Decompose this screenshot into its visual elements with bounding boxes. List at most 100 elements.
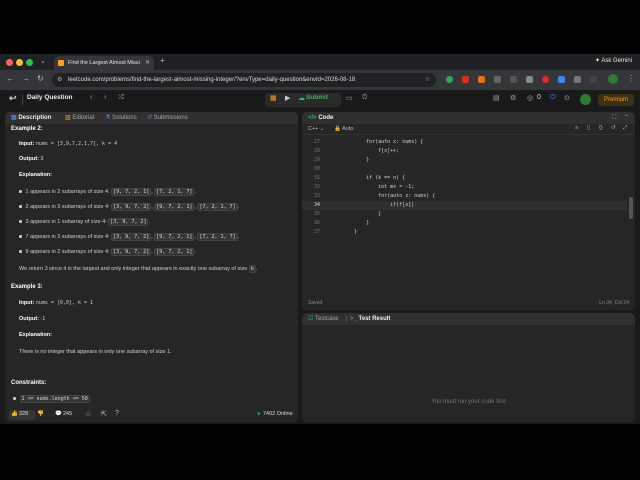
code-chip: [9, 7, 2, 1] xyxy=(154,233,195,241)
reload-icon[interactable]: ↻ xyxy=(37,74,44,83)
code-chip: [7, 2, 1, 7] xyxy=(197,233,238,241)
site-info-icon[interactable]: ⚙ xyxy=(57,73,62,87)
extension-5-icon[interactable] xyxy=(510,76,517,83)
list-item: 7 appears in 3 subarrays of size 4: [3, … xyxy=(19,233,239,241)
extension-1-icon[interactable] xyxy=(446,76,453,83)
help-icon[interactable]: ? xyxy=(115,410,119,417)
extensions-puzzle-icon[interactable] xyxy=(574,76,581,83)
ex3-output-label: Output: xyxy=(19,316,39,322)
bullet-text: 7 appears in 3 subarrays of size 4: xyxy=(25,234,110,240)
prev-problem-icon[interactable]: ‹ xyxy=(90,94,92,101)
divider xyxy=(346,316,347,322)
coins-icon[interactable]: ◎ xyxy=(527,94,533,102)
collapse-panel-icon[interactable]: ⌃ xyxy=(624,112,629,124)
code-chip: 1 <= nums.length <= 50 xyxy=(19,395,90,403)
tab-description[interactable]: ▤ Description xyxy=(11,112,51,124)
tab-test-result[interactable]: >_ Test Result xyxy=(350,313,390,325)
braces-icon[interactable]: {} xyxy=(599,125,603,131)
daily-question-link[interactable]: Daily Question xyxy=(27,94,73,101)
browser-tab[interactable]: Find the Largest Almost Missi ✕ xyxy=(54,56,154,70)
premium-button[interactable]: Premium xyxy=(598,94,634,106)
editor-scrollbar[interactable] xyxy=(629,197,633,219)
format-icon[interactable]: ≡ xyxy=(575,125,578,131)
settings-icon[interactable]: ⚙ xyxy=(510,94,516,102)
tab-test-result-label: Test Result xyxy=(358,316,391,322)
new-tab-icon[interactable]: + xyxy=(160,56,165,65)
timer-icon[interactable]: ⏱ xyxy=(362,94,367,102)
run-first-message: You must run your code first xyxy=(431,399,506,405)
user-avatar[interactable] xyxy=(580,94,591,105)
leetcode-favicon-icon xyxy=(58,60,64,66)
notifications-icon[interactable]: ⊙ xyxy=(564,94,570,102)
profile-avatar[interactable] xyxy=(608,74,618,84)
bullet-end: . xyxy=(194,189,196,195)
line-number: 37 xyxy=(313,229,320,235)
tab-submissions[interactable]: ↺ Submissions xyxy=(147,112,188,124)
bookmark-star-icon[interactable]: ☆ xyxy=(425,73,430,87)
language-select[interactable]: C++ ⌄ xyxy=(308,126,325,132)
notes-icon[interactable]: ▭ xyxy=(346,94,353,102)
minimize-window-icon[interactable] xyxy=(16,59,23,66)
auto-toggle[interactable]: 🔒 Auto xyxy=(334,126,353,132)
next-problem-icon[interactable]: › xyxy=(104,94,106,101)
bullet-text: 9 appears in 2 subarrays of size 4: xyxy=(25,249,110,255)
extension-3-icon[interactable] xyxy=(478,76,485,83)
close-window-icon[interactable] xyxy=(6,59,13,66)
list-item: 3 appears in 1 subarray of size 4: [3, 9… xyxy=(19,218,150,226)
tab-list-chevron-icon[interactable]: ⌄ xyxy=(40,57,46,65)
tab-code[interactable]: </> Code xyxy=(308,112,333,124)
extension-6-icon[interactable] xyxy=(526,76,533,83)
extension-2-icon[interactable] xyxy=(462,76,469,83)
back-icon[interactable]: ← xyxy=(6,74,14,83)
close-tab-icon[interactable]: ✕ xyxy=(145,56,150,70)
browser-menu-icon[interactable]: ⋮ xyxy=(627,74,635,83)
thumbs-down-icon[interactable]: 👎 xyxy=(37,411,44,417)
browser-window: ⌄ Find the Largest Almost Missi ✕ + ✦ As… xyxy=(0,54,640,424)
maximize-panel-icon[interactable]: ⛶ xyxy=(612,112,616,124)
testcase-checkbox-icon: ☑ xyxy=(308,316,315,322)
ex2-output-value: 3 xyxy=(40,156,44,162)
reset-icon[interactable]: ↺ xyxy=(611,125,616,131)
code-line: } xyxy=(342,157,370,163)
favorite-star-icon[interactable]: ☆ xyxy=(85,410,91,418)
submit-button[interactable]: Submit xyxy=(306,94,328,101)
streak-icon[interactable]: ⏻ xyxy=(550,94,556,102)
line-number: 34 xyxy=(313,202,320,208)
forward-icon[interactable]: → xyxy=(22,74,30,83)
maximize-window-icon[interactable] xyxy=(26,59,33,66)
extension-8-icon[interactable] xyxy=(558,76,565,83)
shuffle-icon[interactable]: ⤮ xyxy=(118,94,124,102)
ex3-explanation: Explanation: xyxy=(19,332,52,338)
run-button[interactable]: ▶ xyxy=(285,94,290,102)
online-count: 7402 Online xyxy=(263,411,293,417)
tab-editorial[interactable]: ▥ Editorial xyxy=(65,112,94,124)
example3-title: Example 3: xyxy=(11,284,43,290)
address-bar[interactable]: ⚙ leetcode.com/problems/find-the-largest… xyxy=(52,73,436,87)
tab-solutions[interactable]: ⚗ Solutions xyxy=(105,112,137,124)
comment-icon[interactable]: 💬 xyxy=(55,411,62,417)
sidebar-icon[interactable] xyxy=(590,76,597,83)
saved-status: Saved xyxy=(308,300,323,306)
fullscreen-icon[interactable]: ⤢ xyxy=(623,125,627,132)
bullet xyxy=(19,205,22,208)
tab-description-label: Description xyxy=(18,115,52,121)
layout-icon[interactable]: ▤ xyxy=(493,94,500,102)
code-line: } xyxy=(342,211,382,217)
ex2-explanation: Explanation: xyxy=(19,172,52,178)
ex2-input-value: nums = [3,9,7,2,1,7], k = 4 xyxy=(35,141,118,147)
tab-testcase[interactable]: ☑ Testcase xyxy=(308,313,339,325)
extension-7-icon[interactable] xyxy=(542,76,549,83)
list-item: 1 appears in 2 subarrays of size 4: [9, … xyxy=(19,188,196,196)
code-editor[interactable]: 27 for(auto x: nums) { 28 f[x]++; 29 } 3… xyxy=(302,137,635,297)
bullet-text: 2 appears in 3 subarrays of size 4: xyxy=(25,204,110,210)
share-icon[interactable]: ⇱ xyxy=(101,410,107,418)
code-chip: [9, 7, 2, 1] xyxy=(154,248,195,256)
extension-4-icon[interactable] xyxy=(494,76,501,83)
debug-icon[interactable]: ▦ xyxy=(270,94,277,102)
ask-gemini-button[interactable]: ✦ Ask Gemini xyxy=(595,57,632,64)
bullet-text: 3 appears in 1 subarray of size 4: xyxy=(25,219,107,225)
bookmark-icon[interactable]: ▯ xyxy=(587,125,590,131)
code-line: int mx = -1; xyxy=(342,184,415,190)
leetcode-logo-icon[interactable]: ↩ xyxy=(9,93,17,104)
example2-title: Example 2: xyxy=(11,126,43,132)
